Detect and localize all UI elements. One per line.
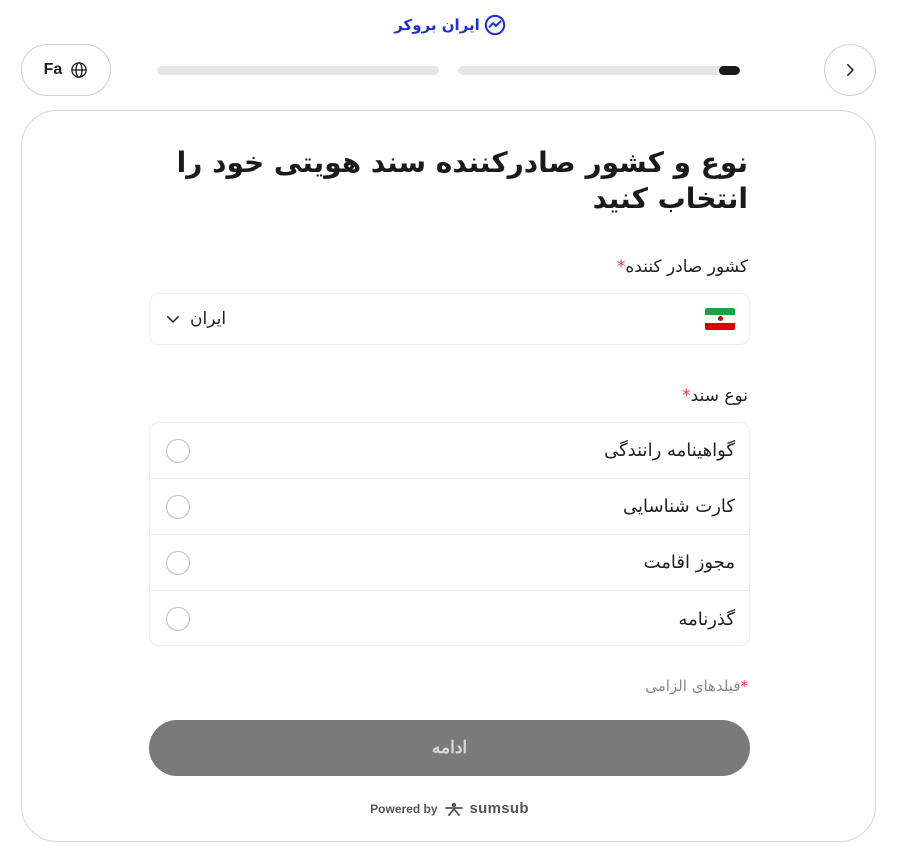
document-type-label-text: نوع سند (690, 386, 748, 406)
language-label: Fa (43, 61, 63, 78)
required-note-text: فیلدهای الزامی (645, 677, 741, 695)
country-label: کشور صادر کننده* (617, 257, 748, 277)
iran-flag-icon (705, 308, 735, 330)
brand-logo: ایران بروکر (0, 14, 900, 36)
option-drivers-license[interactable]: گواهینامه رانندگی (150, 423, 749, 479)
required-fields-note: *فیلدهای الزامی (645, 677, 748, 695)
chevron-right-icon (847, 64, 854, 76)
radio-button[interactable] (166, 607, 190, 631)
language-button[interactable]: Fa (21, 44, 111, 96)
option-passport[interactable]: گذرنامه (150, 591, 749, 645)
sumsub-logo-icon (444, 802, 463, 816)
powered-by-text: Powered by (370, 801, 438, 816)
radio-button[interactable] (166, 438, 190, 463)
radio-button[interactable] (166, 550, 190, 575)
option-label: کارت شناسایی (623, 496, 735, 517)
option-label: گذرنامه (678, 608, 736, 630)
globe-icon (71, 62, 88, 78)
chart-trend-icon (484, 14, 505, 36)
option-label: مجوز اقامت (643, 552, 735, 573)
provider-name: sumsub (469, 800, 529, 817)
required-mark: * (740, 677, 749, 695)
brand-name: ایران بروکر (394, 16, 480, 34)
page-title: نوع و کشور صادرکننده سند هویتی خود را ان… (176, 146, 748, 215)
form-card: نوع و کشور صادرکننده سند هویتی خود را ان… (21, 110, 876, 842)
option-id-card[interactable]: کارت شناسایی (150, 479, 749, 535)
progress-step-1 (157, 66, 439, 75)
required-mark: * (682, 386, 691, 406)
document-type-options: گواهینامه رانندگی کارت شناسایی مجوز اقام… (149, 422, 750, 646)
country-select[interactable]: ایران (149, 293, 750, 345)
continue-button[interactable]: ادامه (149, 720, 750, 776)
country-value: ایران (190, 309, 227, 329)
document-type-label: نوع سند* (682, 386, 748, 406)
back-button[interactable] (824, 44, 876, 96)
country-label-text: کشور صادر کننده (625, 257, 748, 277)
chevron-down-icon (167, 316, 179, 323)
progress-step-2-fill (718, 66, 740, 75)
radio-button[interactable] (166, 494, 190, 519)
progress-step-2 (458, 66, 740, 75)
option-label: گواهینامه رانندگی (604, 440, 735, 461)
option-residence-permit[interactable]: مجوز اقامت (150, 535, 749, 591)
powered-by: Powered by sumsub (22, 800, 877, 817)
